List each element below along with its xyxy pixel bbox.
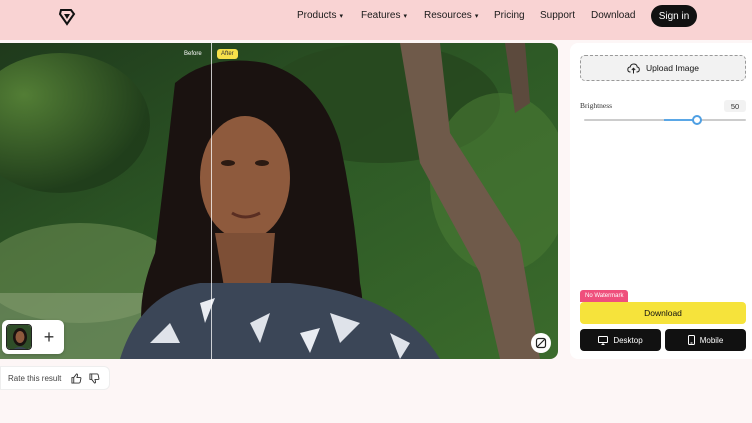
mobile-download-button[interactable]: Mobile bbox=[665, 329, 746, 351]
upload-cloud-icon bbox=[627, 62, 640, 73]
thumbnail-image bbox=[7, 325, 31, 349]
mobile-label: Mobile bbox=[699, 335, 724, 345]
brightness-value[interactable]: 50 bbox=[724, 100, 746, 112]
brightness-slider[interactable] bbox=[584, 115, 746, 125]
nav-download[interactable]: Download bbox=[591, 10, 635, 21]
rate-label: Rate this result bbox=[8, 373, 62, 383]
chevron-down-icon: ▾ bbox=[339, 12, 343, 20]
upload-label: Upload Image bbox=[646, 63, 699, 73]
edit-panel: Upload Image Brightness 50 No Watermark … bbox=[570, 43, 752, 359]
upload-image-button[interactable]: Upload Image bbox=[580, 55, 746, 81]
brightness-label: Brightness bbox=[580, 101, 613, 110]
portrait-photo bbox=[0, 43, 558, 359]
compare-divider[interactable] bbox=[211, 43, 212, 359]
mobile-icon bbox=[687, 335, 695, 345]
sign-in-button[interactable]: Sign in bbox=[651, 5, 697, 27]
top-nav: Products ▾ Features ▾ Resources ▾ Pricin… bbox=[0, 0, 752, 40]
chevron-down-icon: ▾ bbox=[403, 12, 407, 20]
desktop-label: Desktop bbox=[613, 335, 643, 345]
after-label: After bbox=[217, 49, 238, 59]
nav-pricing[interactable]: Pricing bbox=[494, 10, 525, 21]
chevron-down-icon: ▾ bbox=[474, 12, 479, 20]
download-button[interactable]: Download bbox=[580, 302, 746, 324]
add-image-button[interactable]: + bbox=[36, 324, 62, 350]
slider-handle[interactable] bbox=[691, 115, 702, 125]
image-thumbnail[interactable] bbox=[6, 324, 32, 350]
logo-icon[interactable] bbox=[56, 6, 78, 28]
compare-icon bbox=[535, 337, 547, 349]
nav-support[interactable]: Support bbox=[540, 10, 575, 21]
nav-features[interactable]: Features ▾ bbox=[361, 10, 407, 21]
desktop-download-button[interactable]: Desktop bbox=[580, 329, 661, 351]
nav-products[interactable]: Products ▾ bbox=[297, 10, 343, 21]
desktop-icon bbox=[598, 335, 609, 345]
thumbs-down-icon[interactable] bbox=[89, 373, 100, 384]
thumbs-up-icon[interactable] bbox=[71, 373, 82, 384]
thumbnail-tray: + bbox=[2, 320, 64, 354]
nav-resources[interactable]: Resources ▾ bbox=[424, 10, 478, 21]
image-compare-stage[interactable]: Before After bbox=[0, 43, 558, 359]
no-watermark-badge: No Watermark bbox=[580, 290, 629, 302]
compare-toggle-button[interactable] bbox=[531, 333, 551, 353]
rate-result-bar: Rate this result bbox=[0, 366, 110, 390]
before-label: Before bbox=[184, 51, 202, 57]
